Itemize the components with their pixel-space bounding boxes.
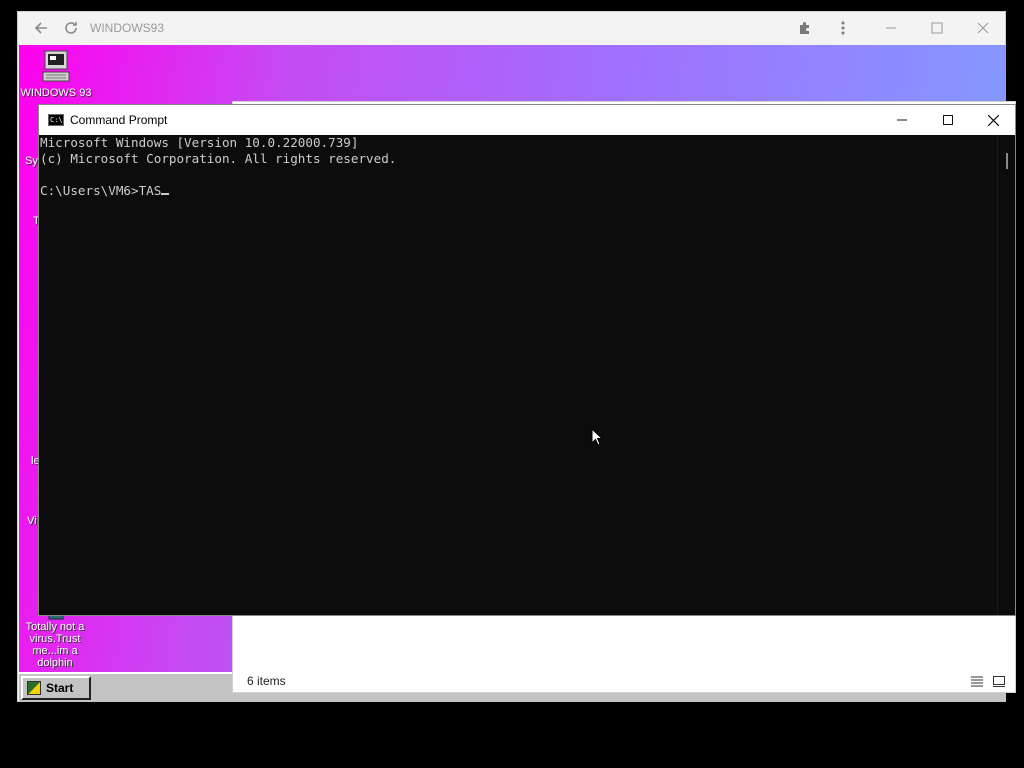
- browser-minimize-icon[interactable]: [876, 12, 906, 44]
- browser-close-icon[interactable]: [968, 12, 998, 44]
- scrollbar-thumb[interactable]: [1006, 153, 1008, 169]
- computer-icon: [42, 50, 70, 82]
- console-prompt-text: C:\Users\VM6>TAS: [40, 183, 162, 198]
- status-text: 6 items: [247, 674, 286, 688]
- console-line: (c) Microsoft Corporation. All rights re…: [40, 151, 397, 166]
- desktop-icon-label: WINDOWS 93: [20, 87, 92, 99]
- browser-title: WINDOWS93: [90, 21, 165, 35]
- cmd-app-icon: C:\: [48, 114, 64, 126]
- desktop-icon-windows93[interactable]: WINDOWS 93: [20, 50, 92, 99]
- console-output[interactable]: Microsoft Windows [Version 10.0.22000.73…: [39, 135, 999, 615]
- start-label: Start: [46, 681, 74, 695]
- mouse-pointer-icon: [591, 428, 603, 446]
- browser-toolbar: WINDOWS93: [18, 12, 1005, 44]
- minimize-icon[interactable]: [879, 105, 925, 135]
- windows-logo-icon: [27, 681, 41, 695]
- scrollbar[interactable]: [997, 135, 1015, 615]
- puzzle-icon[interactable]: [790, 12, 820, 44]
- desktop-icon-dolphin[interactable]: Totally not a virus.Trust me...im a dolp…: [19, 607, 91, 669]
- reload-icon[interactable]: [56, 13, 86, 43]
- maximize-icon[interactable]: [925, 105, 971, 135]
- details-view-icon[interactable]: [969, 674, 985, 688]
- kebab-menu-icon[interactable]: [828, 12, 858, 44]
- window-title: Command Prompt: [70, 113, 168, 127]
- browser-maximize-icon[interactable]: [922, 12, 952, 44]
- cmd-titlebar[interactable]: C:\ Command Prompt: [39, 105, 1015, 135]
- start-button[interactable]: Start: [21, 676, 91, 700]
- tiles-view-icon[interactable]: [991, 674, 1007, 688]
- console-input-line[interactable]: C:\Users\VM6>TAS: [40, 183, 999, 199]
- close-icon[interactable]: [970, 105, 1016, 135]
- text-cursor: [161, 193, 170, 195]
- back-arrow-icon[interactable]: [26, 13, 56, 43]
- console-line: Microsoft Windows [Version 10.0.22000.73…: [40, 135, 359, 150]
- desktop-icon-label: Totally not a virus.Trust me...im a dolp…: [25, 621, 85, 669]
- command-prompt-window[interactable]: C:\ Command Prompt Microsoft Windows [Ve…: [38, 104, 1016, 616]
